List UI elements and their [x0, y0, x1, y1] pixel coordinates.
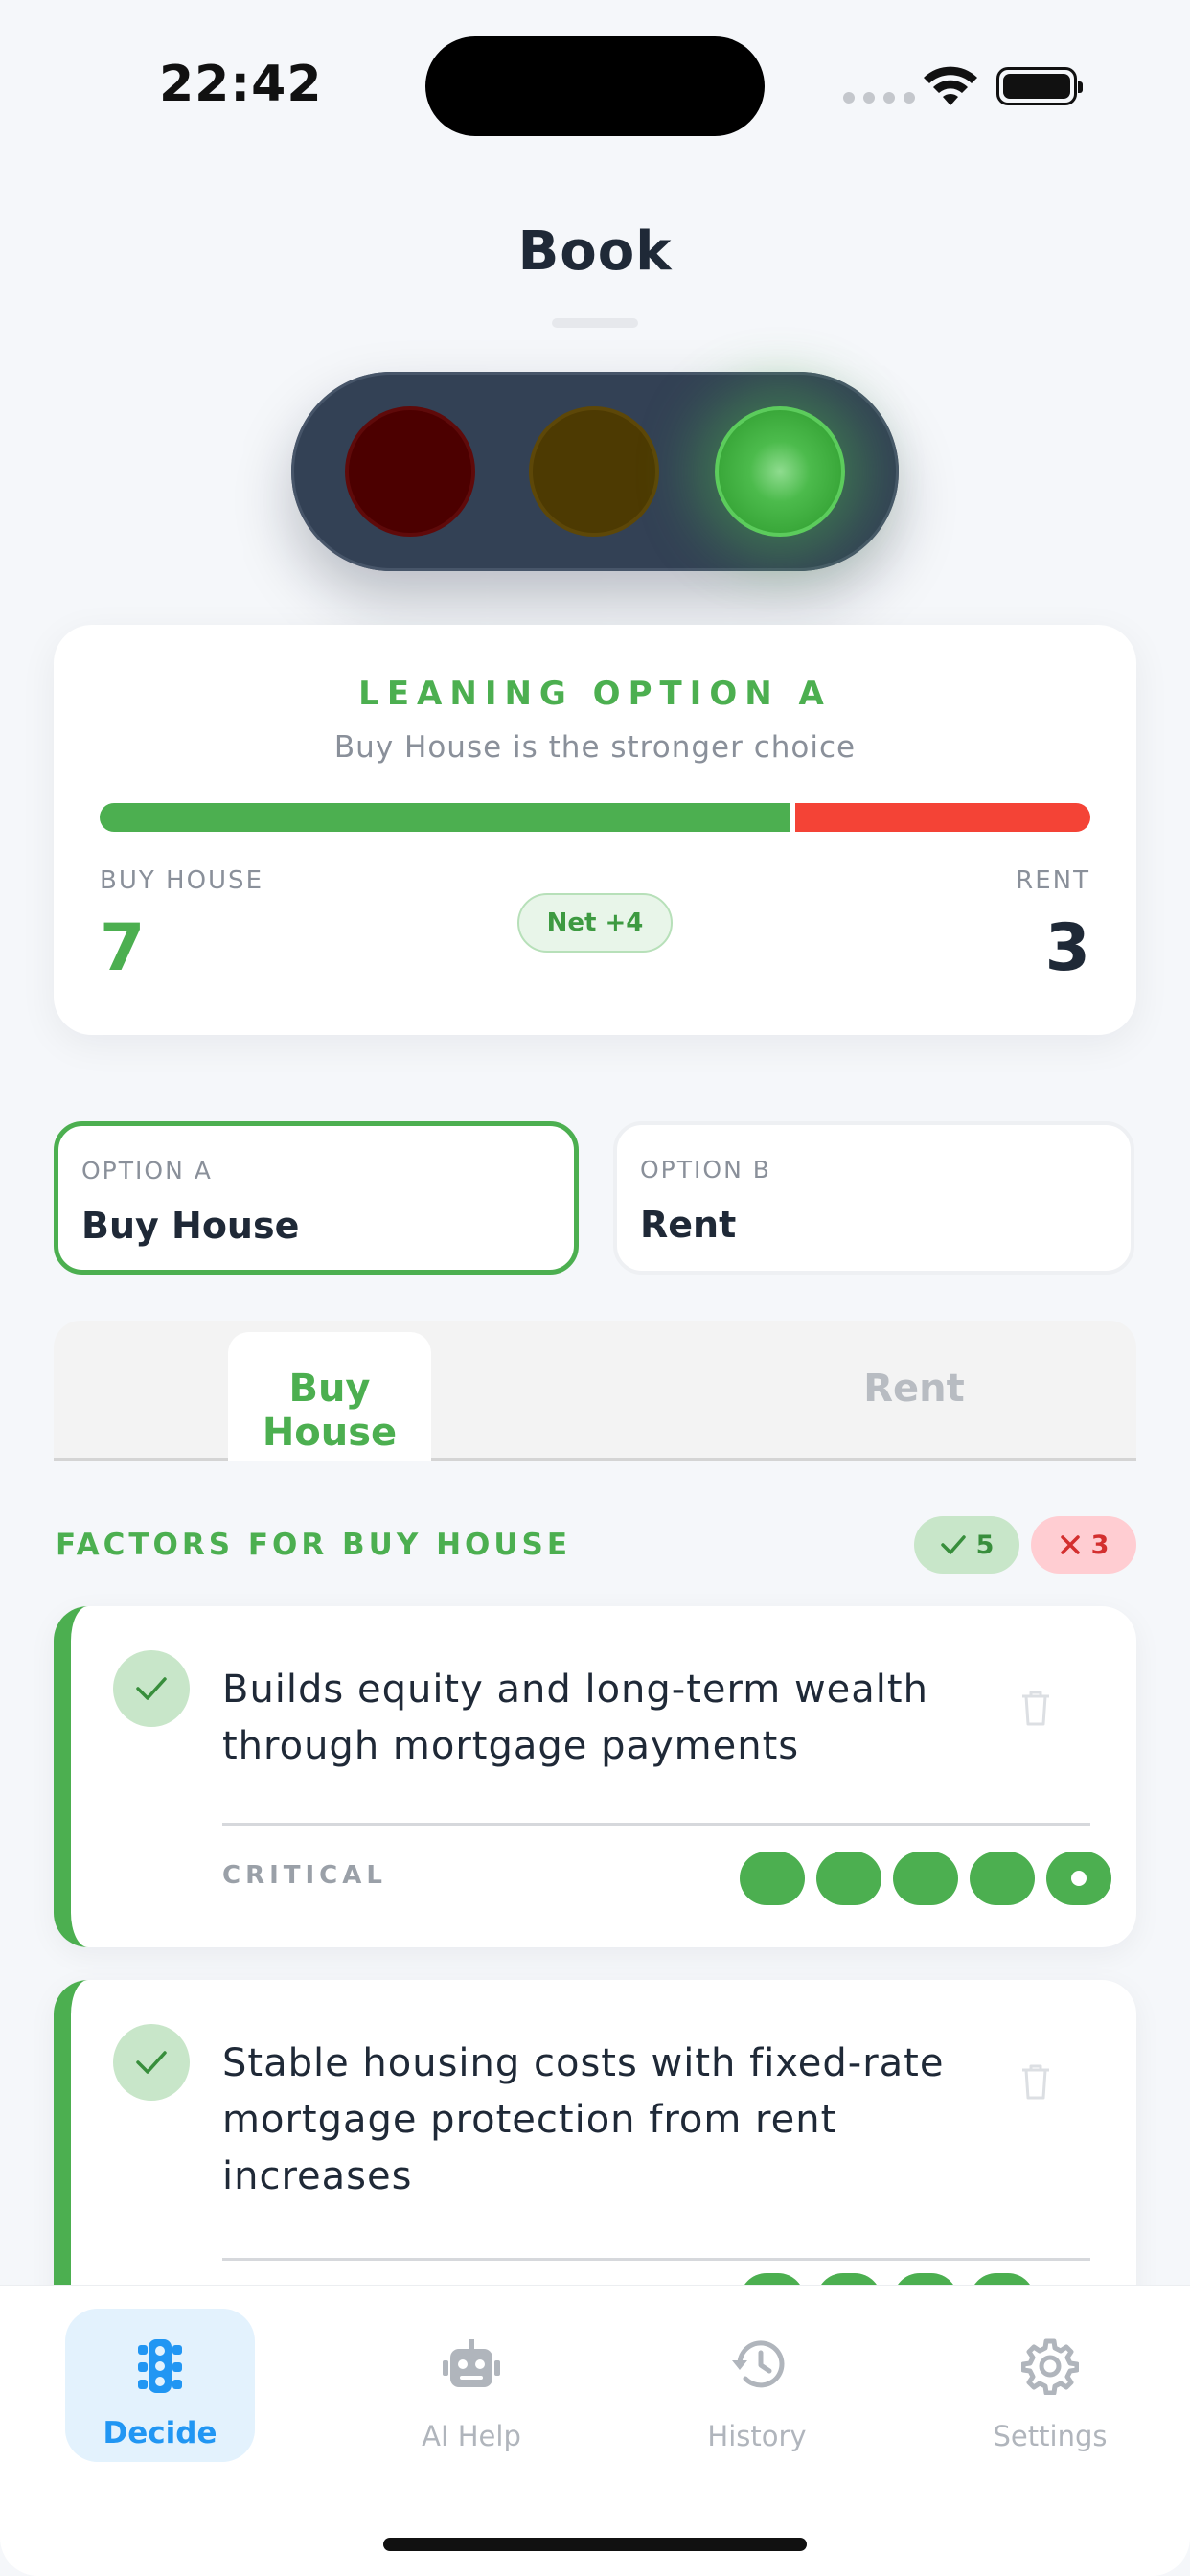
- tab-rent[interactable]: Rent: [765, 1367, 1064, 1411]
- con-count: 3: [1090, 1530, 1110, 1560]
- option-a-name: Buy House: [81, 1205, 300, 1247]
- nav-settings-label: Settings: [993, 2420, 1108, 2452]
- cross-icon: [1060, 1535, 1080, 1554]
- option-b-field[interactable]: OPTION B Rent: [613, 1121, 1134, 1275]
- home-indicator: [383, 2538, 807, 2551]
- nav-decide[interactable]: Decide: [65, 2309, 255, 2462]
- amber-lamp: [529, 406, 659, 537]
- factor-divider: [222, 1823, 1090, 1826]
- score-option-b: 3: [1044, 910, 1090, 986]
- decision-summary-card: LEANING OPTION A Buy House is the strong…: [54, 625, 1136, 1035]
- score-bar-option-a: [100, 803, 790, 832]
- pro-toggle-button[interactable]: [113, 2024, 190, 2101]
- nav-history-label: History: [707, 2420, 807, 2452]
- title-underline: [552, 318, 638, 328]
- score-label-option-a: BUY HOUSE: [100, 866, 263, 895]
- nav-ai-help-label: AI Help: [422, 2420, 521, 2452]
- check-icon: [136, 1677, 167, 1700]
- cellular-signal-icon: [843, 92, 915, 104]
- factor-text[interactable]: Builds equity and long-term wealth throu…: [222, 1662, 989, 1775]
- status-bar: 22:42: [0, 0, 1190, 182]
- factor-text[interactable]: Stable housing costs with fixed-rate mor…: [222, 2036, 989, 2205]
- con-count-badge[interactable]: 3: [1031, 1516, 1136, 1574]
- trash-icon[interactable]: [1019, 1689, 1052, 1727]
- history-icon: [732, 2340, 785, 2388]
- verdict-heading: LEANING OPTION A: [358, 675, 832, 713]
- option-b-name: Rent: [640, 1204, 737, 1246]
- check-icon: [136, 2051, 167, 2074]
- weight-dot-5[interactable]: [1046, 1852, 1111, 1905]
- red-lamp: [345, 406, 475, 537]
- green-lamp: [715, 406, 845, 537]
- score-option-a: 7: [100, 910, 146, 986]
- option-b-caption: OPTION B: [640, 1156, 771, 1184]
- trash-icon[interactable]: [1019, 2062, 1052, 2101]
- nav-settings[interactable]: Settings: [954, 2309, 1146, 2462]
- option-a-field[interactable]: OPTION A Buy House: [54, 1121, 579, 1275]
- factor-card[interactable]: Builds equity and long-term wealth throu…: [54, 1606, 1136, 1947]
- verdict-subtitle: Buy House is the stronger choice: [333, 730, 857, 765]
- page-title[interactable]: Book: [0, 220, 1190, 283]
- score-label-option-b: RENT: [1016, 866, 1090, 895]
- nav-ai-help[interactable]: AI Help: [376, 2309, 567, 2462]
- nav-history[interactable]: History: [661, 2309, 853, 2462]
- traffic-light-indicator: [291, 372, 899, 571]
- wifi-icon: [924, 66, 977, 105]
- weight-dot-4[interactable]: [970, 1852, 1035, 1905]
- status-time: 22:42: [159, 56, 323, 113]
- weight-selector[interactable]: [740, 1852, 1111, 1905]
- nav-decide-label: Decide: [103, 2416, 217, 2450]
- robot-icon: [443, 2339, 500, 2387]
- pro-count: 5: [975, 1530, 995, 1560]
- tab-buy-house-label[interactable]: Buy House: [228, 1367, 431, 1455]
- pro-toggle-button[interactable]: [113, 1650, 190, 1727]
- weight-dot-2[interactable]: [816, 1852, 881, 1905]
- gear-icon: [1021, 2338, 1079, 2395]
- score-balance-bar: [100, 803, 1090, 832]
- option-tabs: Buy House Rent: [54, 1321, 1136, 1460]
- dynamic-island: [425, 36, 765, 136]
- pro-count-badge[interactable]: 5: [914, 1516, 1019, 1574]
- weight-label: CRITICAL: [222, 1861, 387, 1890]
- battery-icon: [996, 67, 1083, 105]
- bottom-navigation: Decide AI Help History Settings: [0, 2285, 1190, 2576]
- net-score-badge: Net +4: [517, 893, 673, 953]
- factors-section-title: FACTORS FOR BUY HOUSE: [56, 1528, 572, 1562]
- traffic-light-icon: [138, 2339, 182, 2393]
- check-icon: [940, 1535, 966, 1554]
- weight-dot-3[interactable]: [893, 1852, 958, 1905]
- weight-dot-1[interactable]: [740, 1852, 805, 1905]
- score-bar-option-b: [794, 803, 1090, 832]
- factor-divider: [222, 2258, 1090, 2261]
- option-a-caption: OPTION A: [81, 1157, 213, 1184]
